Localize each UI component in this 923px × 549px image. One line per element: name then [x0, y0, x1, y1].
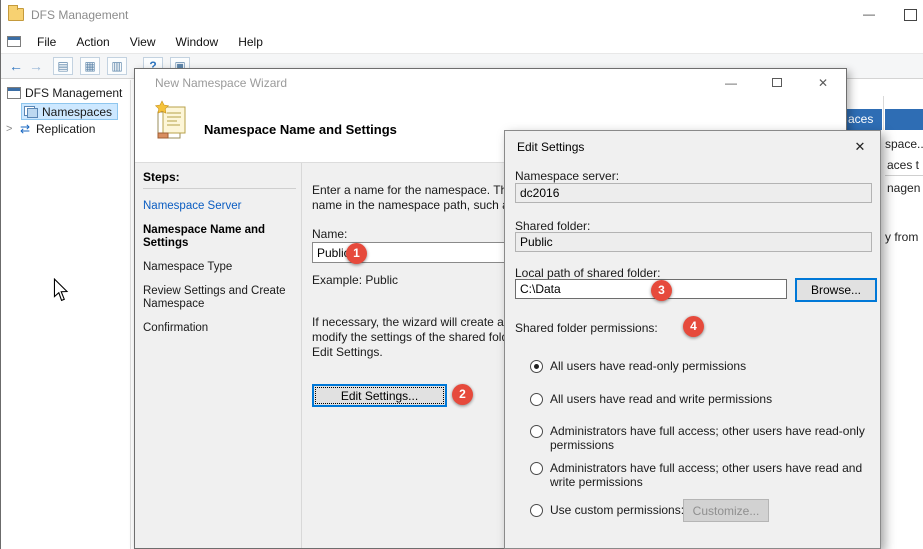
details-header-highlight: aces — [847, 109, 882, 130]
wizard-titlebar: New Namespace Wizard — ✕ — [135, 69, 846, 97]
browse-button[interactable]: Browse... — [795, 278, 877, 302]
actions-section-rule — [885, 175, 923, 176]
wizard-title: New Namespace Wizard — [155, 76, 287, 90]
truncated-text: y from — [885, 230, 918, 244]
shared-folder-input — [515, 232, 872, 252]
tree-item-label: Namespaces — [42, 105, 112, 119]
shared-folder-label: Shared folder: — [515, 219, 590, 233]
minimize-icon[interactable]: — — [853, 2, 885, 26]
window-title: DFS Management — [31, 8, 128, 22]
truncated-text: aces t — [887, 158, 919, 172]
forward-icon[interactable]: → — [26, 56, 46, 76]
menu-action[interactable]: Action — [66, 32, 119, 52]
name-label: Name: — [312, 227, 347, 241]
local-path-label: Local path of shared folder: — [515, 266, 660, 280]
wizard-close-icon[interactable]: ✕ — [800, 69, 846, 97]
namespaces-icon — [24, 106, 38, 118]
step-review-settings: Review Settings and Create Namespace — [143, 285, 298, 311]
wizard-page-icon — [150, 100, 192, 142]
steps-heading: Steps: — [143, 170, 298, 184]
console-tree-panel: DFS Management Namespaces > ⇄ Replicatio… — [1, 80, 131, 549]
console-root-icon — [7, 87, 21, 99]
radio-icon[interactable] — [530, 462, 543, 475]
radio-read-only-permissions[interactable]: All users have read-only permissions — [530, 360, 875, 373]
radio-label: All users have read and write permission… — [550, 392, 875, 406]
radio-admin-full-users-read-only[interactable]: Administrators have full access; other u… — [530, 425, 875, 452]
wizard-minimize-icon[interactable]: — — [708, 69, 754, 97]
menu-view[interactable]: View — [120, 32, 166, 52]
tree-item-namespaces[interactable]: Namespaces — [21, 103, 118, 120]
properties-icon[interactable]: ▥ — [107, 57, 127, 75]
menubar: File Action View Window Help — [1, 30, 923, 53]
step-badge-2: 2 — [452, 384, 473, 405]
step-badge-3: 3 — [651, 280, 672, 301]
wizard-page-title: Namespace Name and Settings — [204, 122, 397, 137]
intro-line-2: name in the namespace path, such as \\ — [312, 198, 533, 213]
app-icon — [8, 8, 24, 21]
namespace-server-label: Namespace server: — [515, 169, 619, 183]
radio-read-write-permissions[interactable]: All users have read and write permission… — [530, 393, 875, 406]
step-namespace-type: Namespace Type — [143, 261, 298, 274]
radio-label: All users have read-only permissions — [550, 359, 875, 373]
menu-window[interactable]: Window — [166, 32, 229, 52]
chevron-right-icon[interactable]: > — [6, 123, 14, 135]
tree-item-dfs-management[interactable]: DFS Management — [1, 84, 130, 102]
dialog-close-icon[interactable]: ✕ — [848, 135, 872, 159]
radio-admin-full-users-read-write[interactable]: Administrators have full access; other u… — [530, 462, 875, 489]
actions-header-highlight — [885, 109, 923, 130]
truncated-text: space... — [885, 137, 923, 151]
radio-label: Administrators have full access; other u… — [550, 461, 875, 489]
example-text: Example: Public — [312, 273, 398, 287]
customize-button: Customize... — [683, 499, 769, 522]
export-list-icon[interactable]: ▤ — [53, 57, 73, 75]
permissions-label: Shared folder permissions: — [515, 321, 658, 335]
steps-rule — [143, 188, 296, 189]
main-titlebar: DFS Management — — [1, 0, 923, 30]
step-badge-4: 4 — [683, 316, 704, 337]
pane-divider — [883, 96, 884, 130]
back-icon[interactable]: ← — [6, 56, 26, 76]
radio-label: Administrators have full access; other u… — [550, 424, 875, 452]
menu-file[interactable]: File — [27, 32, 66, 52]
step-namespace-name-and-settings: Namespace Name and Settings — [143, 224, 298, 250]
replication-icon: ⇄ — [18, 122, 32, 136]
radio-icon[interactable] — [530, 504, 543, 517]
wizard-maximize-icon[interactable] — [754, 69, 800, 97]
screen: DFS Management — File Action View Window… — [0, 0, 923, 549]
tree-item-label: Replication — [36, 122, 95, 136]
menu-help[interactable]: Help — [228, 32, 273, 52]
edit-settings-button[interactable]: Edit Settings... — [312, 384, 447, 407]
tree-item-replication[interactable]: > ⇄ Replication — [1, 120, 130, 138]
intro-paragraph: Enter a name for the namespace. This na … — [312, 183, 533, 213]
namespace-server-input — [515, 183, 872, 203]
console-window-icon — [7, 36, 21, 47]
wizard-window-controls: — ✕ — [708, 69, 846, 97]
radio-icon[interactable] — [530, 393, 543, 406]
steps-panel: Steps: Namespace Server Namespace Name a… — [135, 163, 302, 548]
step-namespace-server[interactable]: Namespace Server — [143, 200, 298, 213]
step-badge-1: 1 — [346, 243, 367, 264]
truncated-header-text: aces — [848, 112, 873, 126]
edit-settings-dialog: Edit Settings ✕ Namespace server: Shared… — [504, 130, 881, 549]
truncated-text: nagen — [887, 181, 920, 195]
maximize-icon[interactable] — [904, 9, 923, 20]
step-confirmation: Confirmation — [143, 322, 298, 335]
dialog-title: Edit Settings — [517, 140, 584, 154]
mouse-cursor — [53, 278, 69, 302]
radio-selected-icon[interactable] — [530, 360, 543, 373]
tree-item-label: DFS Management — [25, 86, 122, 100]
intro-line-1: Enter a name for the namespace. This na — [312, 183, 533, 198]
console-tree-icon[interactable]: ▦ — [80, 57, 100, 75]
radio-icon[interactable] — [530, 425, 543, 438]
